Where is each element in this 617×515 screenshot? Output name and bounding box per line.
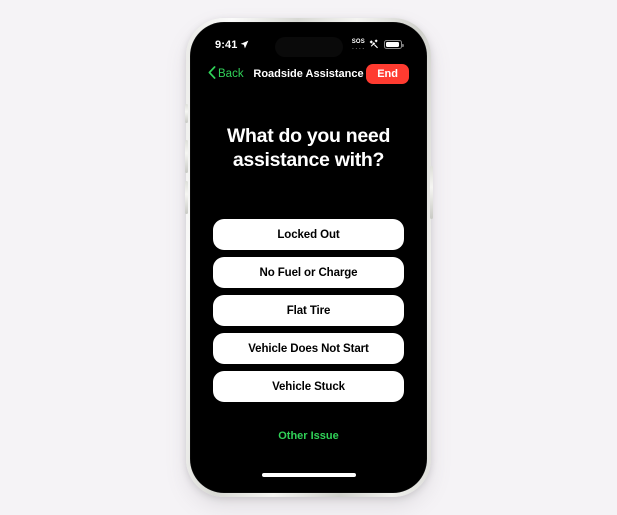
phone-device-frame: 9:41 SOS - - - - Back Roadside Assistanc… (184, 18, 433, 497)
volume-up-button[interactable] (184, 140, 188, 173)
page-title: Roadside Assistance (253, 68, 364, 80)
other-issue-link[interactable]: Other Issue (199, 430, 418, 442)
satellite-icon (369, 36, 380, 54)
silence-switch-button[interactable] (184, 104, 188, 123)
back-button-label: Back (218, 68, 244, 80)
option-locked-out[interactable]: Locked Out (213, 219, 404, 250)
phone-screen: 9:41 SOS - - - - Back Roadside Assistanc… (199, 31, 418, 484)
end-call-button[interactable]: End (366, 64, 409, 84)
chevron-left-icon (208, 66, 216, 82)
status-time: 9:41 (215, 38, 238, 51)
battery-icon (384, 40, 404, 49)
sos-indicator: SOS - - - - (352, 39, 365, 50)
option-vehicle-stuck[interactable]: Vehicle Stuck (213, 371, 404, 402)
status-bar-right: SOS - - - - (352, 36, 404, 54)
option-no-fuel-or-charge[interactable]: No Fuel or Charge (213, 257, 404, 288)
device-bezel: 9:41 SOS - - - - Back Roadside Assistanc… (190, 22, 427, 493)
navigation-bar: Back Roadside Assistance End (199, 58, 418, 90)
sos-dashes: - - - - (352, 44, 365, 50)
home-indicator[interactable] (261, 473, 356, 477)
power-button[interactable] (429, 166, 433, 219)
status-bar: 9:41 SOS - - - - (199, 31, 418, 58)
option-flat-tire[interactable]: Flat Tire (213, 295, 404, 326)
status-bar-left: 9:41 (215, 36, 249, 54)
battery-fill (386, 42, 399, 47)
option-vehicle-does-not-start[interactable]: Vehicle Does Not Start (213, 333, 404, 364)
volume-down-button[interactable] (184, 181, 188, 214)
back-button[interactable]: Back (208, 66, 244, 82)
location-arrow-icon (240, 36, 249, 54)
assistance-question-heading: What do you need assistance with? (226, 125, 391, 172)
assistance-options-list: Locked Out No Fuel or Charge Flat Tire V… (213, 219, 404, 402)
